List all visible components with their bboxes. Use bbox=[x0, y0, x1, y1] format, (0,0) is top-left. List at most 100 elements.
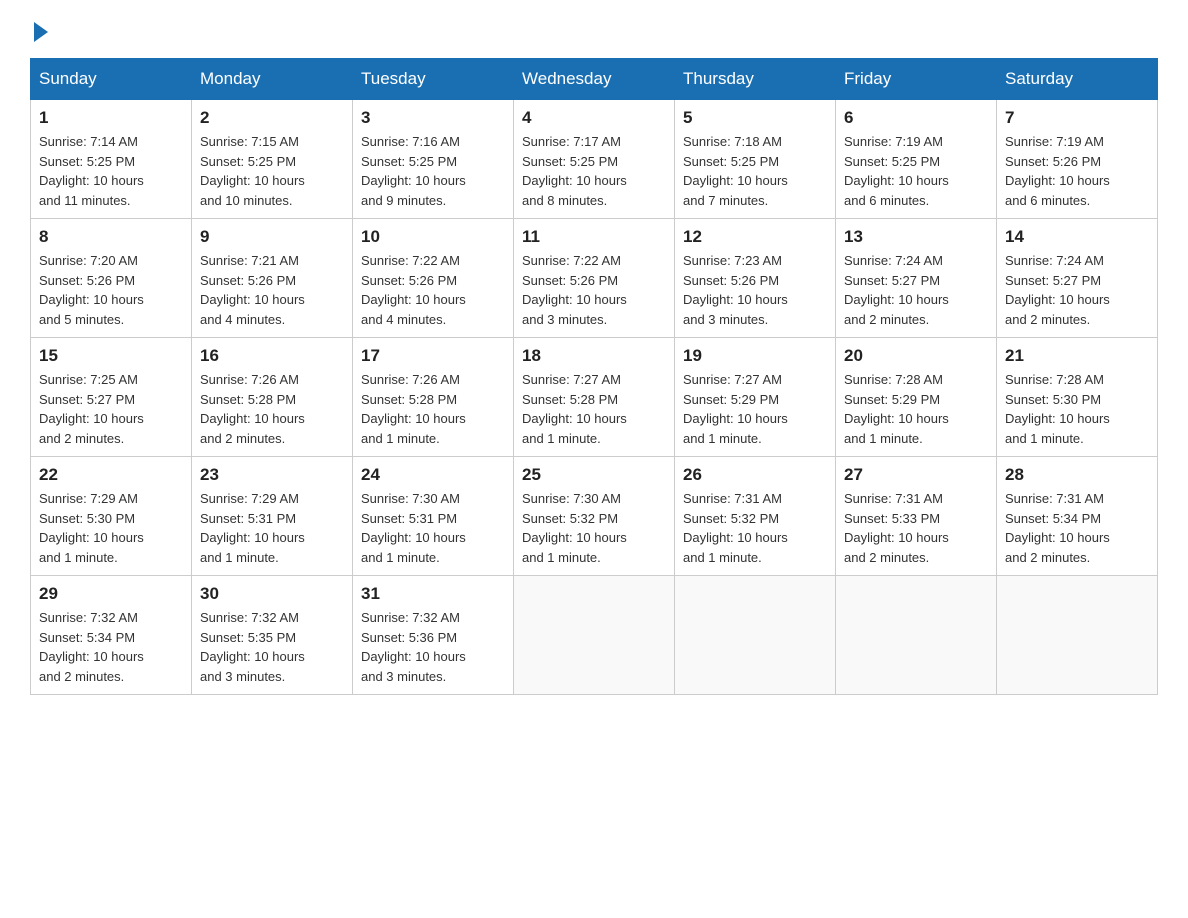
day-info: Sunrise: 7:30 AMSunset: 5:31 PMDaylight:… bbox=[361, 489, 505, 567]
day-info: Sunrise: 7:27 AMSunset: 5:28 PMDaylight:… bbox=[522, 370, 666, 448]
day-number: 5 bbox=[683, 108, 827, 128]
day-number: 11 bbox=[522, 227, 666, 247]
day-info: Sunrise: 7:28 AMSunset: 5:29 PMDaylight:… bbox=[844, 370, 988, 448]
calendar-cell: 16 Sunrise: 7:26 AMSunset: 5:28 PMDaylig… bbox=[192, 338, 353, 457]
day-number: 27 bbox=[844, 465, 988, 485]
day-info: Sunrise: 7:25 AMSunset: 5:27 PMDaylight:… bbox=[39, 370, 183, 448]
day-info: Sunrise: 7:19 AMSunset: 5:25 PMDaylight:… bbox=[844, 132, 988, 210]
calendar-header-thursday: Thursday bbox=[675, 59, 836, 100]
calendar-cell: 23 Sunrise: 7:29 AMSunset: 5:31 PMDaylig… bbox=[192, 457, 353, 576]
day-info: Sunrise: 7:31 AMSunset: 5:32 PMDaylight:… bbox=[683, 489, 827, 567]
day-number: 15 bbox=[39, 346, 183, 366]
calendar-cell: 7 Sunrise: 7:19 AMSunset: 5:26 PMDayligh… bbox=[997, 100, 1158, 219]
day-info: Sunrise: 7:32 AMSunset: 5:35 PMDaylight:… bbox=[200, 608, 344, 686]
day-info: Sunrise: 7:29 AMSunset: 5:31 PMDaylight:… bbox=[200, 489, 344, 567]
calendar-cell: 29 Sunrise: 7:32 AMSunset: 5:34 PMDaylig… bbox=[31, 576, 192, 695]
day-number: 8 bbox=[39, 227, 183, 247]
logo bbox=[30, 20, 48, 38]
page-header bbox=[30, 20, 1158, 38]
day-number: 12 bbox=[683, 227, 827, 247]
day-number: 14 bbox=[1005, 227, 1149, 247]
day-info: Sunrise: 7:20 AMSunset: 5:26 PMDaylight:… bbox=[39, 251, 183, 329]
day-number: 22 bbox=[39, 465, 183, 485]
calendar-cell: 3 Sunrise: 7:16 AMSunset: 5:25 PMDayligh… bbox=[353, 100, 514, 219]
calendar-cell: 22 Sunrise: 7:29 AMSunset: 5:30 PMDaylig… bbox=[31, 457, 192, 576]
day-info: Sunrise: 7:27 AMSunset: 5:29 PMDaylight:… bbox=[683, 370, 827, 448]
day-number: 7 bbox=[1005, 108, 1149, 128]
day-number: 2 bbox=[200, 108, 344, 128]
calendar-cell: 14 Sunrise: 7:24 AMSunset: 5:27 PMDaylig… bbox=[997, 219, 1158, 338]
calendar-table: SundayMondayTuesdayWednesdayThursdayFrid… bbox=[30, 58, 1158, 695]
day-info: Sunrise: 7:26 AMSunset: 5:28 PMDaylight:… bbox=[200, 370, 344, 448]
day-info: Sunrise: 7:15 AMSunset: 5:25 PMDaylight:… bbox=[200, 132, 344, 210]
calendar-cell: 26 Sunrise: 7:31 AMSunset: 5:32 PMDaylig… bbox=[675, 457, 836, 576]
calendar-cell: 20 Sunrise: 7:28 AMSunset: 5:29 PMDaylig… bbox=[836, 338, 997, 457]
calendar-week-row: 8 Sunrise: 7:20 AMSunset: 5:26 PMDayligh… bbox=[31, 219, 1158, 338]
day-number: 24 bbox=[361, 465, 505, 485]
calendar-cell: 19 Sunrise: 7:27 AMSunset: 5:29 PMDaylig… bbox=[675, 338, 836, 457]
calendar-cell: 8 Sunrise: 7:20 AMSunset: 5:26 PMDayligh… bbox=[31, 219, 192, 338]
day-info: Sunrise: 7:30 AMSunset: 5:32 PMDaylight:… bbox=[522, 489, 666, 567]
day-number: 20 bbox=[844, 346, 988, 366]
calendar-cell: 12 Sunrise: 7:23 AMSunset: 5:26 PMDaylig… bbox=[675, 219, 836, 338]
calendar-cell: 4 Sunrise: 7:17 AMSunset: 5:25 PMDayligh… bbox=[514, 100, 675, 219]
day-number: 19 bbox=[683, 346, 827, 366]
calendar-cell: 30 Sunrise: 7:32 AMSunset: 5:35 PMDaylig… bbox=[192, 576, 353, 695]
calendar-cell: 5 Sunrise: 7:18 AMSunset: 5:25 PMDayligh… bbox=[675, 100, 836, 219]
day-info: Sunrise: 7:31 AMSunset: 5:34 PMDaylight:… bbox=[1005, 489, 1149, 567]
calendar-header-tuesday: Tuesday bbox=[353, 59, 514, 100]
calendar-cell: 11 Sunrise: 7:22 AMSunset: 5:26 PMDaylig… bbox=[514, 219, 675, 338]
day-info: Sunrise: 7:22 AMSunset: 5:26 PMDaylight:… bbox=[522, 251, 666, 329]
calendar-week-row: 22 Sunrise: 7:29 AMSunset: 5:30 PMDaylig… bbox=[31, 457, 1158, 576]
calendar-cell: 18 Sunrise: 7:27 AMSunset: 5:28 PMDaylig… bbox=[514, 338, 675, 457]
day-info: Sunrise: 7:24 AMSunset: 5:27 PMDaylight:… bbox=[844, 251, 988, 329]
calendar-cell: 9 Sunrise: 7:21 AMSunset: 5:26 PMDayligh… bbox=[192, 219, 353, 338]
calendar-cell: 10 Sunrise: 7:22 AMSunset: 5:26 PMDaylig… bbox=[353, 219, 514, 338]
calendar-cell: 13 Sunrise: 7:24 AMSunset: 5:27 PMDaylig… bbox=[836, 219, 997, 338]
day-number: 16 bbox=[200, 346, 344, 366]
calendar-cell: 2 Sunrise: 7:15 AMSunset: 5:25 PMDayligh… bbox=[192, 100, 353, 219]
day-number: 6 bbox=[844, 108, 988, 128]
calendar-cell: 31 Sunrise: 7:32 AMSunset: 5:36 PMDaylig… bbox=[353, 576, 514, 695]
calendar-week-row: 1 Sunrise: 7:14 AMSunset: 5:25 PMDayligh… bbox=[31, 100, 1158, 219]
day-info: Sunrise: 7:18 AMSunset: 5:25 PMDaylight:… bbox=[683, 132, 827, 210]
day-info: Sunrise: 7:17 AMSunset: 5:25 PMDaylight:… bbox=[522, 132, 666, 210]
day-info: Sunrise: 7:21 AMSunset: 5:26 PMDaylight:… bbox=[200, 251, 344, 329]
calendar-cell bbox=[675, 576, 836, 695]
calendar-header-wednesday: Wednesday bbox=[514, 59, 675, 100]
day-number: 1 bbox=[39, 108, 183, 128]
day-number: 4 bbox=[522, 108, 666, 128]
day-number: 28 bbox=[1005, 465, 1149, 485]
calendar-cell bbox=[836, 576, 997, 695]
day-info: Sunrise: 7:22 AMSunset: 5:26 PMDaylight:… bbox=[361, 251, 505, 329]
day-number: 31 bbox=[361, 584, 505, 604]
day-info: Sunrise: 7:31 AMSunset: 5:33 PMDaylight:… bbox=[844, 489, 988, 567]
day-info: Sunrise: 7:32 AMSunset: 5:36 PMDaylight:… bbox=[361, 608, 505, 686]
day-number: 9 bbox=[200, 227, 344, 247]
day-number: 18 bbox=[522, 346, 666, 366]
calendar-cell: 24 Sunrise: 7:30 AMSunset: 5:31 PMDaylig… bbox=[353, 457, 514, 576]
calendar-cell: 6 Sunrise: 7:19 AMSunset: 5:25 PMDayligh… bbox=[836, 100, 997, 219]
calendar-header-saturday: Saturday bbox=[997, 59, 1158, 100]
day-info: Sunrise: 7:23 AMSunset: 5:26 PMDaylight:… bbox=[683, 251, 827, 329]
day-info: Sunrise: 7:16 AMSunset: 5:25 PMDaylight:… bbox=[361, 132, 505, 210]
day-number: 23 bbox=[200, 465, 344, 485]
day-number: 3 bbox=[361, 108, 505, 128]
calendar-header-monday: Monday bbox=[192, 59, 353, 100]
day-number: 26 bbox=[683, 465, 827, 485]
calendar-week-row: 29 Sunrise: 7:32 AMSunset: 5:34 PMDaylig… bbox=[31, 576, 1158, 695]
logo-arrow-icon bbox=[34, 22, 48, 42]
day-info: Sunrise: 7:28 AMSunset: 5:30 PMDaylight:… bbox=[1005, 370, 1149, 448]
calendar-week-row: 15 Sunrise: 7:25 AMSunset: 5:27 PMDaylig… bbox=[31, 338, 1158, 457]
calendar-header-sunday: Sunday bbox=[31, 59, 192, 100]
calendar-cell bbox=[514, 576, 675, 695]
calendar-cell: 17 Sunrise: 7:26 AMSunset: 5:28 PMDaylig… bbox=[353, 338, 514, 457]
calendar-header-row: SundayMondayTuesdayWednesdayThursdayFrid… bbox=[31, 59, 1158, 100]
day-number: 29 bbox=[39, 584, 183, 604]
calendar-cell: 28 Sunrise: 7:31 AMSunset: 5:34 PMDaylig… bbox=[997, 457, 1158, 576]
day-number: 17 bbox=[361, 346, 505, 366]
calendar-cell: 27 Sunrise: 7:31 AMSunset: 5:33 PMDaylig… bbox=[836, 457, 997, 576]
day-number: 10 bbox=[361, 227, 505, 247]
day-info: Sunrise: 7:26 AMSunset: 5:28 PMDaylight:… bbox=[361, 370, 505, 448]
day-info: Sunrise: 7:32 AMSunset: 5:34 PMDaylight:… bbox=[39, 608, 183, 686]
